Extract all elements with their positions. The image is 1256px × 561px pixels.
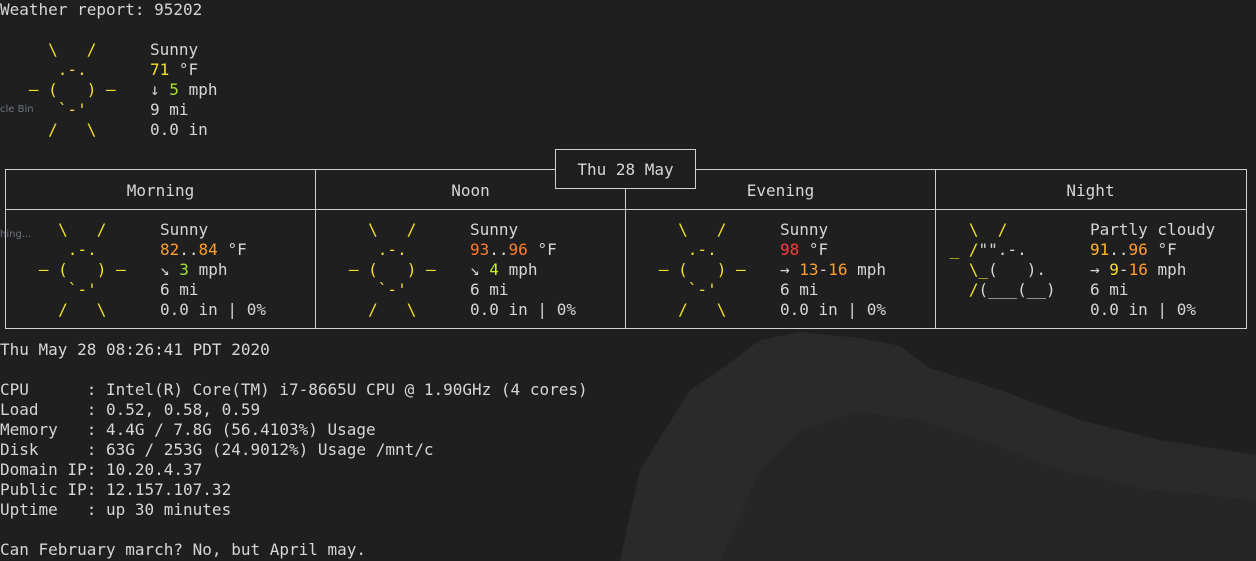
wind-unit: mph [857,260,886,279]
sysinfo-value: 12.157.107.32 [105,480,232,499]
noon-condition: Sunny [470,220,519,239]
wind-high: 16 [1128,260,1148,279]
evening-precipitation: 0.0 in | 0% [780,300,886,319]
sysinfo-public-ip: Public IP: 12.157.107.32 [0,480,232,499]
temp-high: 96 [1128,240,1148,259]
sysinfo-value: up 30 minutes [105,500,232,519]
temp-separator: .. [179,240,199,259]
sysinfo-value: 4.4G / 7.8G (56.4103%) Usage [105,420,376,439]
sysinfo-label: Domain IP [0,460,87,479]
sysinfo-label: Memory [0,420,87,439]
wind-low: 9 [1109,260,1119,279]
sysinfo-label: CPU [0,380,87,399]
current-wind: ↓ 5 mph [150,80,217,100]
wind-direction-icon: ↓ [150,80,160,99]
system-datetime: Thu May 28 08:26:41 PDT 2020 [0,340,270,359]
terminal-window: cle Bin hing... Weather report: 95202 \ … [0,0,1256,561]
night-temperature: 91..96 °F [1090,240,1177,260]
sysinfo-label: Disk [0,440,87,459]
sysinfo-label: Load [0,400,87,419]
temp-high: 84 [198,240,218,259]
wind-low: 3 [179,260,189,279]
noon-precipitation: 0.0 in | 0% [470,300,576,319]
sysinfo-cpu: CPU : Intel(R) Core(TM) i7-8665U CPU @ 1… [0,380,588,399]
sysinfo-uptime: Uptime : up 30 minutes [0,500,232,519]
night-condition: Partly cloudy [1090,220,1216,239]
morning-condition: Sunny [160,220,209,239]
temp-high: 96 [508,240,528,259]
temp-unit: °F [537,240,557,259]
temp-low: 82 [160,240,180,259]
noon-temperature: 93..96 °F [470,240,557,260]
sun-ascii-icon: \ / .-. ― ( ) ― `-' / \ [28,40,116,139]
night-visibility: 6 mi [1090,280,1129,299]
sysinfo-label: Public IP [0,480,87,499]
noon-visibility: 6 mi [470,280,509,299]
period-header-night: Night [1066,181,1115,200]
wind-direction-icon: ↘ [470,260,480,279]
night-wind: → 9-16 mph [1090,260,1186,280]
noon-wind: ↘ 4 mph [470,260,537,280]
sysinfo-load: Load : 0.52, 0.58, 0.59 [0,400,261,419]
evening-condition: Sunny [780,220,829,239]
weather-report-title: Weather report: 95202 [0,0,203,19]
sysinfo-value: 0.52, 0.58, 0.59 [105,400,261,419]
forecast-date-box: Thu 28 May [555,149,696,189]
sun-ascii-icon: \ / .-. ― ( ) ― `-' / \ [38,220,126,319]
wind-direction-icon: → [780,260,790,279]
wind-unit: mph [508,260,538,279]
current-temp-unit: °F [178,60,199,79]
current-condition: Sunny [150,40,199,59]
current-visibility: 9 mi [150,100,189,119]
sysinfo-disk: Disk : 63G / 253G (24.9012%) Usage /mnt/… [0,440,434,459]
temp-separator: .. [1109,240,1129,259]
temp-separator: .. [489,240,509,259]
current-temp-value: 71 [150,60,170,79]
forecast-date: Thu 28 May [577,160,674,179]
sysinfo-label: Uptime [0,500,87,519]
period-header-morning: Morning [126,181,195,200]
morning-precipitation: 0.0 in | 0% [160,300,266,319]
sysinfo-memory: Memory : 4.4G / 7.8G (56.4103%) Usage [0,420,376,439]
temp-unit: °F [227,240,247,259]
wind-direction-icon: ↘ [160,260,170,279]
temp-unit: °F [1157,240,1177,259]
sysinfo-domain-ip: Domain IP: 10.20.4.37 [0,460,203,479]
wind-low: 13 [799,260,819,279]
evening-temperature: 98 °F [780,240,828,260]
temp-low: 98 [780,240,800,259]
fortune-text: Can February march? No, but April may. [0,540,367,559]
temp-unit: °F [808,240,829,259]
sysinfo-value: Intel(R) Core(TM) i7-8665U CPU @ 1.90GHz… [105,380,588,399]
wind-high: 16 [828,260,848,279]
partly-cloudy-ascii-icon: \ / _ /"".-. \_( ). /(___(__) [949,220,1056,299]
wind-unit: mph [198,260,228,279]
temp-low: 93 [470,240,490,259]
wind-unit: mph [1157,260,1187,279]
evening-visibility: 6 mi [780,280,819,299]
current-wind-value: 5 [169,80,179,99]
current-wind-unit: mph [188,80,218,99]
night-precipitation: 0.0 in | 0% [1090,300,1196,319]
morning-wind: ↘ 3 mph [160,260,227,280]
morning-visibility: 6 mi [160,280,199,299]
sun-ascii-icon: \ / .-. ― ( ) ― `-' / \ [348,220,436,319]
sun-ascii-icon: \ / .-. ― ( ) ― `-' / \ [658,220,746,319]
sysinfo-value: 10.20.4.37 [105,460,203,479]
temp-low: 91 [1090,240,1110,259]
morning-temperature: 82..84 °F [160,240,247,260]
evening-wind: → 13-16 mph [780,260,886,280]
forecast-header-divider [6,209,1246,210]
wind-low: 4 [489,260,499,279]
sysinfo-value: 63G / 253G (24.9012%) Usage /mnt/c [105,440,434,459]
wind-direction-icon: → [1090,260,1100,279]
current-precipitation: 0.0 in [150,120,208,139]
wind-separator: - [1118,260,1129,279]
current-temperature: 71 °F [150,60,198,80]
wind-separator: - [818,260,829,279]
